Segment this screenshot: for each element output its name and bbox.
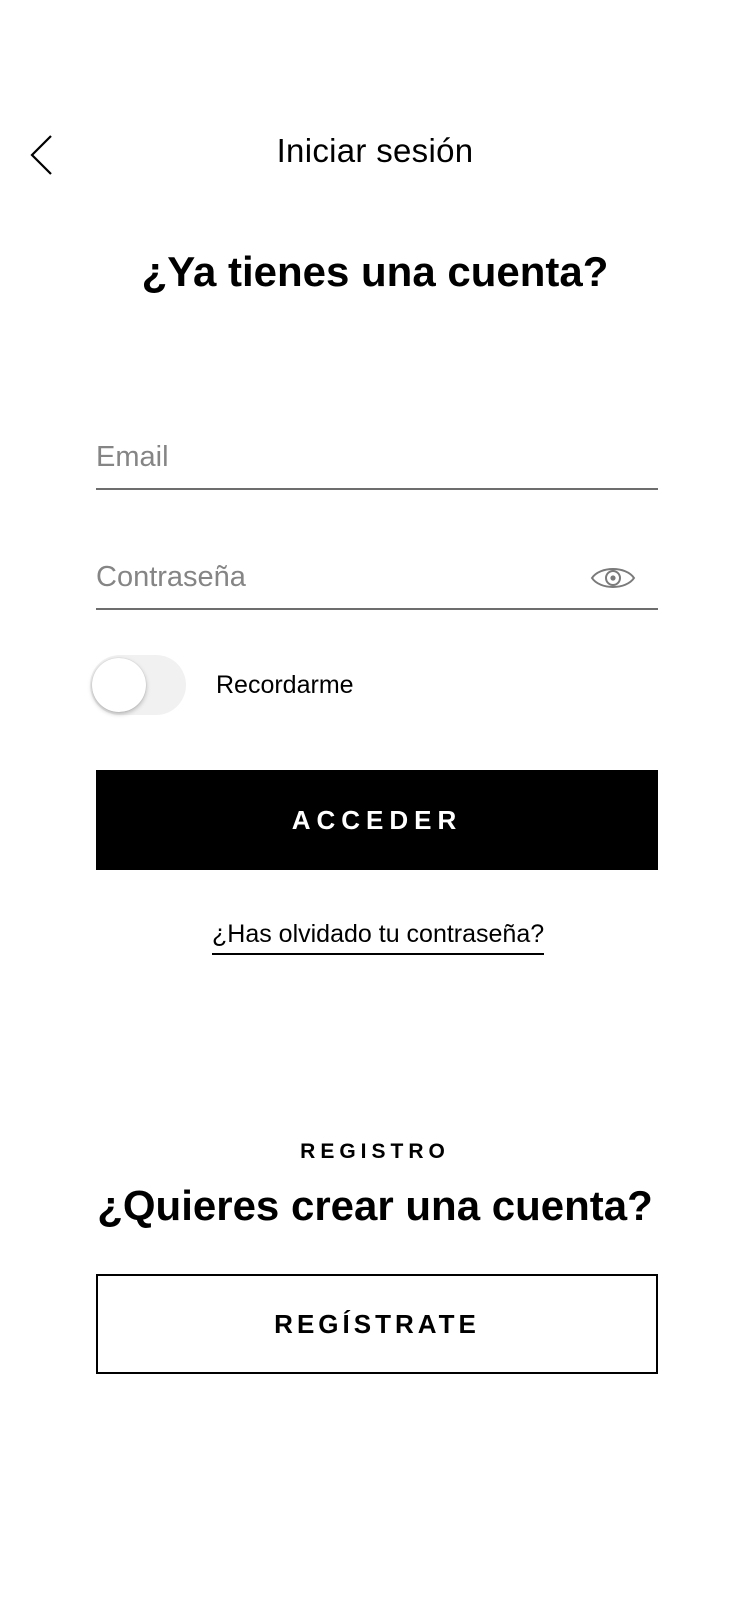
register-button[interactable]: REGÍSTRATE (96, 1274, 658, 1374)
password-field[interactable] (96, 561, 576, 594)
page-title: Iniciar sesión (276, 132, 474, 169)
login-heading: ¿Ya tienes una cuenta? (141, 248, 609, 295)
eye-icon (590, 568, 636, 588)
email-field-container (96, 424, 658, 490)
show-password-button[interactable] (590, 562, 636, 594)
register-section-label: REGISTRO (300, 1140, 450, 1163)
password-field-container (96, 544, 658, 610)
email-field[interactable] (96, 441, 576, 474)
remember-toggle[interactable] (90, 655, 186, 715)
header: Iniciar sesión (0, 120, 750, 190)
register-heading: ¿Quieres crear una cuenta? (97, 1182, 653, 1229)
toggle-knob (92, 658, 146, 712)
remember-row: Recordarme (90, 654, 354, 716)
login-button[interactable]: ACCEDER (96, 770, 658, 870)
remember-label: Recordarme (216, 670, 354, 699)
forgot-password-link[interactable]: ¿Has olvidado tu contraseña? (212, 920, 545, 955)
